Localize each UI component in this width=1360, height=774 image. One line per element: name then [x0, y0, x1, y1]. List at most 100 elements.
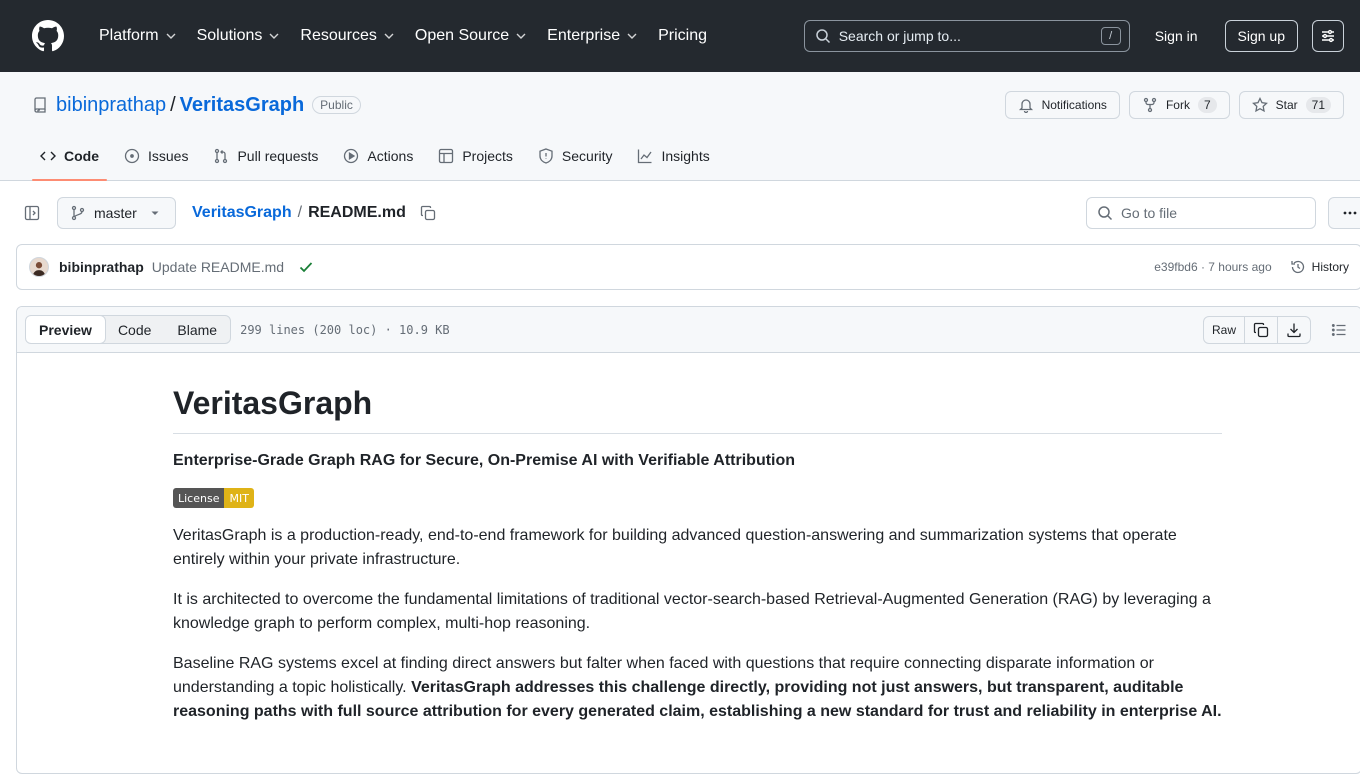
download-button[interactable]	[1278, 317, 1310, 343]
table-icon	[439, 148, 454, 164]
menu-button[interactable]	[1312, 20, 1344, 52]
tab-issues-label: Issues	[148, 148, 189, 164]
branch-selector-button[interactable]: master	[57, 197, 176, 229]
file-actions: Raw	[1202, 315, 1353, 344]
repo-title-row: bibinprathap / VeritasGraph Public Notif…	[32, 91, 1344, 119]
raw-button[interactable]: Raw	[1204, 316, 1245, 343]
license-badge-value: MIT	[224, 488, 254, 508]
breadcrumb: VeritasGraph / README.md	[192, 204, 406, 222]
fork-icon	[1143, 97, 1157, 113]
star-count: 71	[1305, 97, 1331, 113]
nav-pricing[interactable]: Pricing	[649, 27, 716, 45]
commit-message-link[interactable]: Update README.md	[152, 259, 284, 275]
preview-tab[interactable]: Preview	[26, 316, 106, 343]
star-button[interactable]: Star 71	[1238, 91, 1344, 119]
sign-in-link[interactable]: Sign in	[1155, 28, 1198, 44]
tab-security[interactable]: Security	[530, 132, 621, 180]
nav-open-source-label: Open Source	[414, 27, 510, 44]
tab-actions-label: Actions	[367, 148, 414, 164]
top-nav: Platform Solutions Resources Open Source…	[90, 27, 716, 45]
repo-separator: /	[170, 93, 176, 116]
nav-platform-label: Platform	[99, 27, 159, 44]
list-unordered-icon	[1331, 323, 1346, 336]
breadcrumb-repo-link[interactable]: VeritasGraph	[192, 204, 292, 222]
chevron-down-icon	[627, 33, 637, 39]
nav-enterprise-label: Enterprise	[547, 27, 621, 44]
outline-button[interactable]	[1325, 316, 1353, 344]
license-badge-label: License	[173, 488, 225, 508]
history-button[interactable]: History	[1290, 259, 1349, 275]
history-icon	[1291, 260, 1304, 274]
nav-open-source[interactable]: Open Source	[406, 27, 538, 45]
shield-icon	[539, 148, 553, 164]
code-view-tab[interactable]: Code	[105, 316, 164, 343]
global-search-input[interactable]: Search or jump to... /	[803, 20, 1130, 52]
readme-paragraph-2: It is architected to overcome the fundam…	[173, 591, 1211, 632]
tab-projects[interactable]: Projects	[430, 132, 521, 180]
play-icon	[344, 148, 359, 164]
fork-label: Fork	[1165, 98, 1190, 112]
repo-tabs: Code Issues Pull requests Actions Projec…	[32, 132, 727, 181]
sliders-icon	[1322, 29, 1334, 43]
nav-solutions[interactable]: Solutions	[188, 27, 292, 45]
repo-actions: Notifications Fork 7 Star 71	[1004, 91, 1344, 119]
fork-button[interactable]: Fork 7	[1128, 91, 1230, 119]
raw-actions-group: Raw	[1202, 315, 1311, 344]
tab-issues[interactable]: Issues	[116, 132, 196, 180]
readme-subtitle: Enterprise-Grade Graph RAG for Secure, O…	[173, 452, 796, 469]
sidebar-toggle-button[interactable]	[16, 197, 48, 229]
copy-path-icon[interactable]	[420, 205, 436, 221]
readme-title: VeritasGraph	[173, 383, 1222, 434]
chevron-down-icon	[166, 33, 176, 39]
branch-name: master	[94, 205, 137, 221]
repo-name-link[interactable]: VeritasGraph	[180, 94, 305, 117]
github-logo-icon[interactable]	[32, 20, 64, 52]
nav-enterprise[interactable]: Enterprise	[538, 27, 649, 45]
nav-resources[interactable]: Resources	[291, 27, 405, 45]
global-header: Platform Solutions Resources Open Source…	[0, 0, 1360, 72]
search-icon	[1098, 206, 1113, 221]
graph-icon	[638, 149, 653, 164]
file-nav-bar: master VeritasGraph / README.md Go to fi…	[16, 197, 1360, 229]
bell-icon	[1018, 99, 1033, 113]
kebab-horizontal-icon	[1343, 211, 1357, 215]
nav-platform[interactable]: Platform	[90, 27, 188, 45]
breadcrumb-separator: /	[297, 204, 303, 221]
commit-meta[interactable]: e39fbd6 · 7 hours ago	[1154, 260, 1271, 274]
tab-code[interactable]: Code	[32, 132, 107, 181]
license-badge[interactable]: License MIT	[173, 488, 254, 508]
chevron-down-icon	[384, 33, 394, 39]
check-icon[interactable]	[298, 259, 314, 275]
file-info: 299 lines (200 loc) · 10.9 KB	[240, 322, 450, 337]
triangle-down-icon	[151, 211, 159, 215]
sign-up-button[interactable]: Sign up	[1224, 20, 1298, 52]
star-icon	[1251, 97, 1268, 113]
search-placeholder: Search or jump to...	[838, 28, 961, 44]
user-avatar-icon	[30, 258, 48, 276]
issue-icon	[124, 148, 140, 164]
file-viewer: Preview Code Blame 299 lines (200 loc) ·…	[16, 306, 1360, 774]
notifications-button[interactable]: Notifications	[1004, 91, 1120, 119]
chevron-down-icon	[269, 33, 279, 39]
tab-actions[interactable]: Actions	[335, 132, 421, 180]
nav-solutions-label: Solutions	[196, 27, 263, 44]
copy-raw-button[interactable]	[1245, 316, 1278, 343]
repo-owner-link[interactable]: bibinprathap	[56, 94, 166, 117]
visibility-badge: Public	[312, 96, 361, 114]
repo-header: bibinprathap / VeritasGraph Public Notif…	[0, 72, 1360, 181]
code-icon	[40, 151, 56, 161]
view-mode-switcher: Preview Code Blame	[25, 315, 232, 344]
tab-insights[interactable]: Insights	[629, 132, 717, 180]
commit-author-link[interactable]: bibinprathap	[59, 259, 144, 275]
download-icon	[1287, 323, 1301, 337]
tab-pull-requests[interactable]: Pull requests	[205, 132, 326, 180]
tab-pull-requests-label: Pull requests	[237, 148, 319, 164]
sidebar-expand-icon	[24, 205, 40, 221]
go-to-file-input[interactable]: Go to file	[1086, 197, 1316, 229]
fork-count: 7	[1197, 97, 1217, 113]
more-options-button[interactable]	[1328, 197, 1360, 229]
history-label: History	[1311, 260, 1349, 274]
blame-tab[interactable]: Blame	[164, 316, 230, 343]
latest-commit-box: bibinprathap Update README.md e39fbd6 · …	[16, 244, 1360, 290]
avatar[interactable]	[29, 257, 49, 277]
